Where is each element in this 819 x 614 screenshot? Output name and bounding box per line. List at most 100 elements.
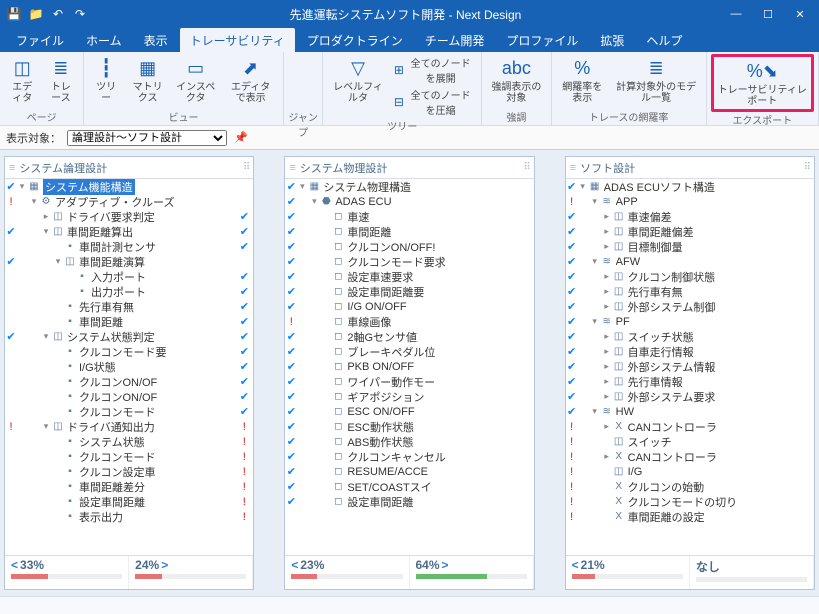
- toggle-icon[interactable]: ▾: [41, 421, 51, 432]
- tree-node[interactable]: ✔▸◫クルコン制御状態: [566, 269, 814, 284]
- minimize-button[interactable]: —: [721, 2, 751, 26]
- toggle-icon[interactable]: ▸: [602, 286, 612, 297]
- coverage-0[interactable]: <23%: [285, 556, 409, 589]
- coverage-arrow-left[interactable]: <: [11, 558, 18, 572]
- toggle-icon[interactable]: ▸: [602, 331, 612, 342]
- tree-node[interactable]: ✔◻設定車速要求: [285, 269, 533, 284]
- toggle-icon[interactable]: ▸: [602, 271, 612, 282]
- coverage-arrow-left[interactable]: <: [291, 558, 298, 572]
- tree-node[interactable]: ✔◻RESUME/ACCE: [285, 464, 533, 479]
- tree-node[interactable]: ▪車間距離✔: [5, 314, 253, 329]
- toggle-icon[interactable]: ▸: [602, 391, 612, 402]
- tree-node[interactable]: !Xクルコンの始動: [566, 479, 814, 494]
- tree-node[interactable]: !◫I/G: [566, 464, 814, 479]
- tree-node[interactable]: ▪クルコンON/OF✔: [5, 374, 253, 389]
- pane-grip-icon[interactable]: ⠿: [523, 162, 529, 173]
- tree-node[interactable]: ✔◻クルコンキャンセル: [285, 449, 533, 464]
- tree-node[interactable]: ▪出力ポート✔: [5, 284, 253, 299]
- ribbon-btn-1-0[interactable]: ┇ツリー: [88, 54, 124, 106]
- tree-node[interactable]: ✔▸◫先行車情報: [566, 374, 814, 389]
- tree-node[interactable]: !◫スイッチ: [566, 434, 814, 449]
- tree-node[interactable]: ✔◻ギアポジション: [285, 389, 533, 404]
- ribbon-side-3-1[interactable]: ⊟全てのノードを圧縮: [391, 86, 477, 118]
- toggle-icon[interactable]: ▾: [590, 256, 600, 267]
- tree-node[interactable]: ✔◻2軸Gセンサ値: [285, 329, 533, 344]
- tree-node[interactable]: ✔▸◫外部システム要求: [566, 389, 814, 404]
- toggle-icon[interactable]: ▸: [41, 211, 51, 222]
- tree-node[interactable]: ▪I/G状態✔: [5, 359, 253, 374]
- tree-node[interactable]: ✔▾⬣ADAS ECU: [285, 194, 533, 209]
- toggle-icon[interactable]: ▾: [590, 316, 600, 327]
- menu-item-1[interactable]: ホーム: [76, 28, 132, 53]
- coverage-0[interactable]: <33%: [5, 556, 129, 589]
- tree-node[interactable]: ✔▾≋PF: [566, 314, 814, 329]
- tree-node[interactable]: ✔▾◫車間距離演算: [5, 254, 253, 269]
- coverage-arrow-right[interactable]: >: [442, 558, 449, 572]
- toggle-icon[interactable]: ▾: [578, 181, 588, 192]
- pin-icon[interactable]: 📌: [233, 130, 249, 146]
- tree-node[interactable]: ▪クルコン設定車!: [5, 464, 253, 479]
- maximize-button[interactable]: ☐: [753, 2, 783, 26]
- tree-node[interactable]: ✔◻ワイパー動作モー: [285, 374, 533, 389]
- tree-node[interactable]: ✔◻SET/COASTスイ: [285, 479, 533, 494]
- menu-item-3[interactable]: トレーサビリティ: [180, 28, 295, 53]
- tree-node[interactable]: ✔▾◫車間距離算出✔: [5, 224, 253, 239]
- toggle-icon[interactable]: ▸: [602, 241, 612, 252]
- tree-node[interactable]: !▸XCANコントローラ: [566, 419, 814, 434]
- toggle-icon[interactable]: ▾: [309, 196, 319, 207]
- menu-item-8[interactable]: ヘルプ: [636, 28, 692, 53]
- tree-node[interactable]: !▾◫ドライバ通知出力!: [5, 419, 253, 434]
- tree-node[interactable]: ▪表示出力!: [5, 509, 253, 524]
- coverage-arrow-left[interactable]: <: [572, 558, 579, 572]
- ribbon-btn-5-1[interactable]: ≣計算対象外のモデル一覧: [611, 54, 702, 106]
- tree-node[interactable]: ✔◻ABS動作状態: [285, 434, 533, 449]
- ribbon-btn-0-0[interactable]: ◫エディタ: [4, 54, 41, 106]
- menu-item-2[interactable]: 表示: [134, 28, 178, 53]
- toggle-icon[interactable]: ▾: [590, 406, 600, 417]
- tree-node[interactable]: ✔◻PKB ON/OFF: [285, 359, 533, 374]
- tree-node[interactable]: ✔▸◫外部システム制御: [566, 299, 814, 314]
- tree-node[interactable]: ✔▾▦システム機能構造: [5, 179, 253, 194]
- tree-node[interactable]: ▪入力ポート✔: [5, 269, 253, 284]
- pane-grip-icon[interactable]: ⠿: [243, 162, 249, 173]
- tree-node[interactable]: ✔▾≋AFW: [566, 254, 814, 269]
- save-icon[interactable]: 💾: [4, 4, 24, 24]
- menu-item-5[interactable]: チーム開発: [415, 28, 495, 53]
- ribbon-btn-0-1[interactable]: ≣トレース: [43, 54, 80, 106]
- tree-node[interactable]: ▪クルコンモード要✔: [5, 344, 253, 359]
- tree-node[interactable]: ✔▾◫システム状態判定✔: [5, 329, 253, 344]
- pane-menu-icon[interactable]: ≡: [570, 162, 576, 174]
- tree-node[interactable]: ✔◻クルコンモード要求: [285, 254, 533, 269]
- coverage-arrow-right[interactable]: >: [161, 558, 168, 572]
- tree-node[interactable]: ▪先行車有無✔: [5, 299, 253, 314]
- undo-icon[interactable]: ↶: [48, 4, 68, 24]
- tree-node[interactable]: ✔◻ESC ON/OFF: [285, 404, 533, 419]
- tree-node[interactable]: ▪クルコンモード!: [5, 449, 253, 464]
- tree-node[interactable]: ✔◻ESC動作状態: [285, 419, 533, 434]
- coverage-1[interactable]: 64%>: [410, 556, 534, 589]
- tree-node[interactable]: !Xクルコンモードの切り: [566, 494, 814, 509]
- ribbon-btn-3-0[interactable]: ▽レベルフィルタ: [327, 54, 388, 106]
- tree-node[interactable]: ✔▸◫スイッチ状態: [566, 329, 814, 344]
- toggle-icon[interactable]: ▸: [602, 421, 612, 432]
- toggle-icon[interactable]: ▸: [602, 226, 612, 237]
- toggle-icon[interactable]: ▸: [602, 211, 612, 222]
- ribbon-side-3-0[interactable]: ⊞全てのノードを展開: [391, 54, 477, 86]
- toggle-icon[interactable]: ▸: [602, 361, 612, 372]
- toggle-icon[interactable]: ▸: [602, 346, 612, 357]
- tree-node[interactable]: ▪車間距離差分!: [5, 479, 253, 494]
- tree-node[interactable]: ▪システム状態!: [5, 434, 253, 449]
- pane-menu-icon[interactable]: ≡: [9, 162, 15, 174]
- tree-node[interactable]: !X車間距離の設定: [566, 509, 814, 524]
- tree-node[interactable]: ✔◻クルコンON/OFF!: [285, 239, 533, 254]
- tree-node[interactable]: ✔◻設定車間距離要: [285, 284, 533, 299]
- toggle-icon[interactable]: ▾: [297, 181, 307, 192]
- toggle-icon[interactable]: ▾: [53, 256, 63, 267]
- ribbon-btn-1-3[interactable]: ⬈エディタで表示: [222, 54, 279, 106]
- tree-node[interactable]: ✔▾▦システム物理構造: [285, 179, 533, 194]
- menu-item-4[interactable]: プロダクトライン: [297, 28, 413, 53]
- tree-node[interactable]: !◻車線画像: [285, 314, 533, 329]
- tree-node[interactable]: ✔◻I/G ON/OFF: [285, 299, 533, 314]
- pane-menu-icon[interactable]: ≡: [289, 162, 295, 174]
- tree-node[interactable]: ✔◻ブレーキペダル位: [285, 344, 533, 359]
